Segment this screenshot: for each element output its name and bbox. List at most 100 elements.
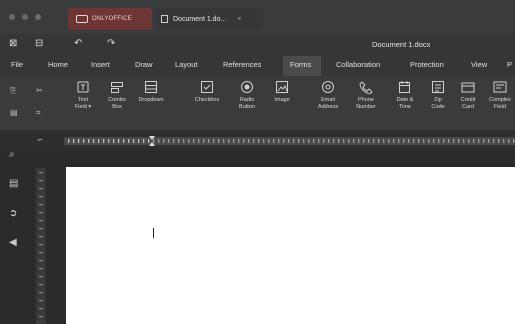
ruler-tick — [268, 139, 270, 143]
menu-references[interactable]: References — [223, 60, 261, 69]
ruler-tick — [148, 139, 150, 143]
ruler-tick — [203, 139, 205, 143]
vertical-ruler[interactable] — [36, 168, 46, 324]
zip-code-button[interactable]: Zip Code — [422, 80, 454, 110]
ruler-tick — [413, 139, 415, 143]
text-field-button[interactable]: Text Field ▾ — [67, 80, 99, 110]
ruler-tick — [178, 139, 180, 143]
minimize-window-control[interactable] — [22, 14, 28, 20]
zip-code-icon — [432, 81, 444, 93]
horizontal-ruler[interactable] — [64, 136, 515, 146]
ruler-tick — [283, 139, 285, 143]
undo-icon[interactable]: ↶ — [74, 38, 82, 49]
text-field-icon — [77, 81, 89, 93]
date-time-button[interactable]: Date & Time — [389, 80, 421, 110]
ruler-tick — [418, 139, 420, 143]
comments-icon[interactable]: ▤ — [9, 178, 21, 190]
combo-box-button[interactable]: Combo Box — [101, 80, 133, 110]
ruler-tick — [39, 284, 43, 286]
ruler-tick — [263, 139, 265, 143]
radio-button-button[interactable]: Radio Button — [231, 80, 263, 110]
combo-box-icon — [111, 82, 123, 93]
menu-more[interactable]: P — [507, 60, 512, 69]
phone-number-button[interactable]: Phone Number — [350, 80, 382, 110]
ruler-tick — [353, 139, 355, 143]
ruler-tick — [503, 139, 505, 143]
ruler-tick — [278, 139, 280, 143]
speaker-icon[interactable]: ◀ — [9, 237, 21, 249]
menu-insert[interactable]: Insert — [91, 60, 110, 69]
document-page[interactable] — [66, 167, 515, 324]
email-address-button[interactable]: Email Address — [312, 80, 344, 110]
credit-card-icon — [461, 82, 475, 93]
dropdown-button[interactable]: Dropdown — [135, 80, 167, 104]
ruler-tick — [173, 139, 175, 143]
ruler-tick — [39, 244, 43, 246]
checkbox-button[interactable]: Checkbox — [191, 80, 223, 104]
menu-forms[interactable]: Forms — [290, 60, 311, 69]
complex-field-icon — [493, 81, 507, 93]
tab-document[interactable]: Document 1.do... × — [155, 8, 263, 30]
ruler-tick — [193, 139, 195, 143]
copy-icon[interactable]: ⎘ — [10, 86, 16, 96]
tab-stop-selector-icon[interactable]: ⌐ — [38, 135, 43, 144]
save-icon[interactable]: ⊠ — [9, 38, 17, 49]
redo-icon[interactable]: ↷ — [107, 38, 115, 49]
ruler-tick — [473, 139, 475, 143]
ruler-tick — [39, 196, 43, 198]
ruler-tick — [39, 204, 43, 206]
ruler-tick — [158, 139, 160, 143]
menu-home[interactable]: Home — [48, 60, 68, 69]
ruler-tick — [443, 139, 445, 143]
ruler-tick — [39, 276, 43, 278]
ruler-tick — [378, 139, 380, 143]
menu-layout[interactable]: Layout — [175, 60, 198, 69]
ruler-tick — [213, 139, 215, 143]
complex-field-button[interactable]: Complex Field — [484, 80, 515, 110]
ruler-tick — [39, 228, 43, 230]
cut-icon[interactable]: ✂ — [36, 86, 43, 95]
ruler-tick — [183, 139, 185, 143]
print-icon[interactable]: ⊟ — [35, 38, 43, 49]
dropdown-icon — [145, 81, 157, 93]
close-tab-icon[interactable]: × — [237, 16, 241, 23]
ruler-tick — [363, 139, 365, 143]
ruler-tick — [39, 212, 43, 214]
ruler-tick — [513, 139, 515, 143]
ruler-tick — [258, 139, 260, 143]
format-painter-icon[interactable]: ⌗ — [36, 108, 41, 118]
text-cursor — [153, 228, 155, 238]
search-icon[interactable]: ⌕ — [9, 149, 21, 161]
ruler-tick — [468, 139, 470, 143]
ruler-tick — [408, 139, 410, 143]
checkbox-icon — [201, 81, 213, 93]
chat-icon[interactable]: ➲ — [9, 208, 21, 220]
document-tab-label: Document 1.do... — [173, 15, 227, 23]
image-button[interactable]: Image — [266, 80, 298, 104]
credit-card-button[interactable]: Credit Card — [452, 80, 484, 110]
paste-icon[interactable]: ▤ — [10, 108, 18, 117]
menu-protection[interactable]: Protection — [410, 60, 444, 69]
ruler-tick — [168, 139, 170, 143]
ruler-tick — [338, 139, 340, 143]
ruler-tick — [93, 139, 95, 143]
ruler-tick — [463, 139, 465, 143]
maximize-window-control[interactable] — [35, 14, 41, 20]
brand-tab-label: ONLYOFFICE — [92, 16, 132, 22]
ruler-tick — [308, 139, 310, 143]
menu-file[interactable]: File — [11, 60, 23, 69]
ruler-tick — [128, 139, 130, 143]
ruler-tick — [39, 292, 43, 294]
ruler-tick — [233, 139, 235, 143]
ruler-tick — [423, 139, 425, 143]
menu-collaboration[interactable]: Collaboration — [336, 60, 380, 69]
ruler-tick — [358, 139, 360, 143]
close-window-control[interactable] — [9, 14, 15, 20]
ruler-tick — [39, 252, 43, 254]
menu-view[interactable]: View — [471, 60, 487, 69]
menu-draw[interactable]: Draw — [135, 60, 153, 69]
ruler-tick — [39, 188, 43, 190]
ruler-tick — [98, 139, 100, 143]
ruler-tick — [133, 139, 135, 143]
tab-onlyoffice-home[interactable]: ONLYOFFICE — [68, 8, 152, 30]
